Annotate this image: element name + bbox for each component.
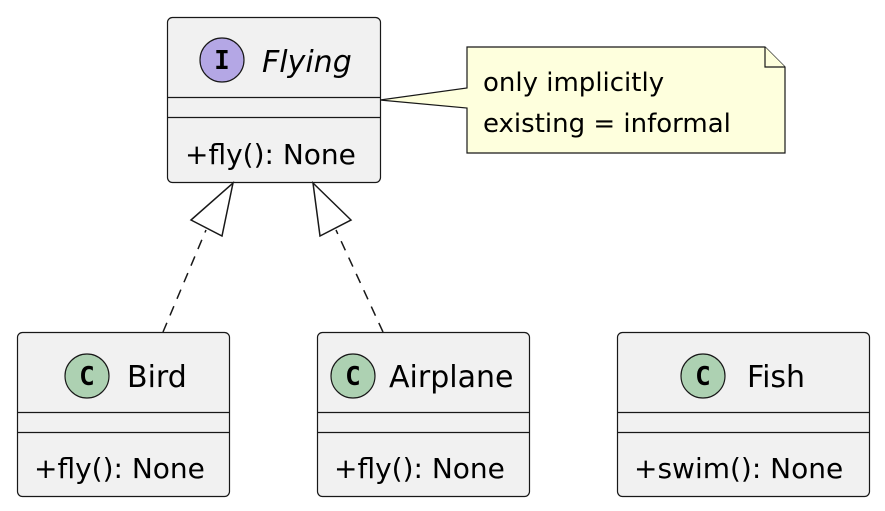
dashed-line (162, 229, 207, 333)
hollow-triangle-arrowhead-icon (311, 180, 353, 238)
method: +fly(): None (34, 452, 205, 485)
interface-name: Flying (262, 45, 352, 80)
method: +fly(): None (334, 452, 505, 485)
realization-airplane-flying (311, 180, 384, 333)
class-badge-letter: C (345, 362, 361, 392)
note-line-2: existing = informal (483, 109, 731, 139)
class-airplane[interactable]: C Airplane +fly(): None (316, 331, 531, 498)
class-bird[interactable]: C Bird +fly(): None (16, 331, 231, 498)
note: only implicitly existing = informal (379, 46, 786, 154)
note-line-1: only implicitly (483, 68, 664, 98)
method: +fly(): None (185, 138, 356, 171)
uml-diagram: only implicitly existing = informal I Fl… (16, 16, 871, 498)
class-name: Fish (747, 360, 805, 395)
method: +swim(): None (634, 452, 843, 485)
interface-flying[interactable]: I Flying +fly(): None (166, 16, 382, 184)
class-badge-letter: C (695, 362, 711, 392)
dashed-line (335, 229, 384, 333)
realization-bird-flying (162, 180, 235, 333)
note-fold (764, 47, 785, 68)
class-name: Airplane (389, 360, 513, 395)
class-badge-letter: C (79, 362, 95, 392)
class-name: Bird (127, 360, 187, 395)
hollow-triangle-arrowhead-icon (189, 180, 235, 238)
interface-badge-letter: I (214, 46, 230, 76)
class-fish[interactable]: C Fish +swim(): None (616, 331, 871, 498)
